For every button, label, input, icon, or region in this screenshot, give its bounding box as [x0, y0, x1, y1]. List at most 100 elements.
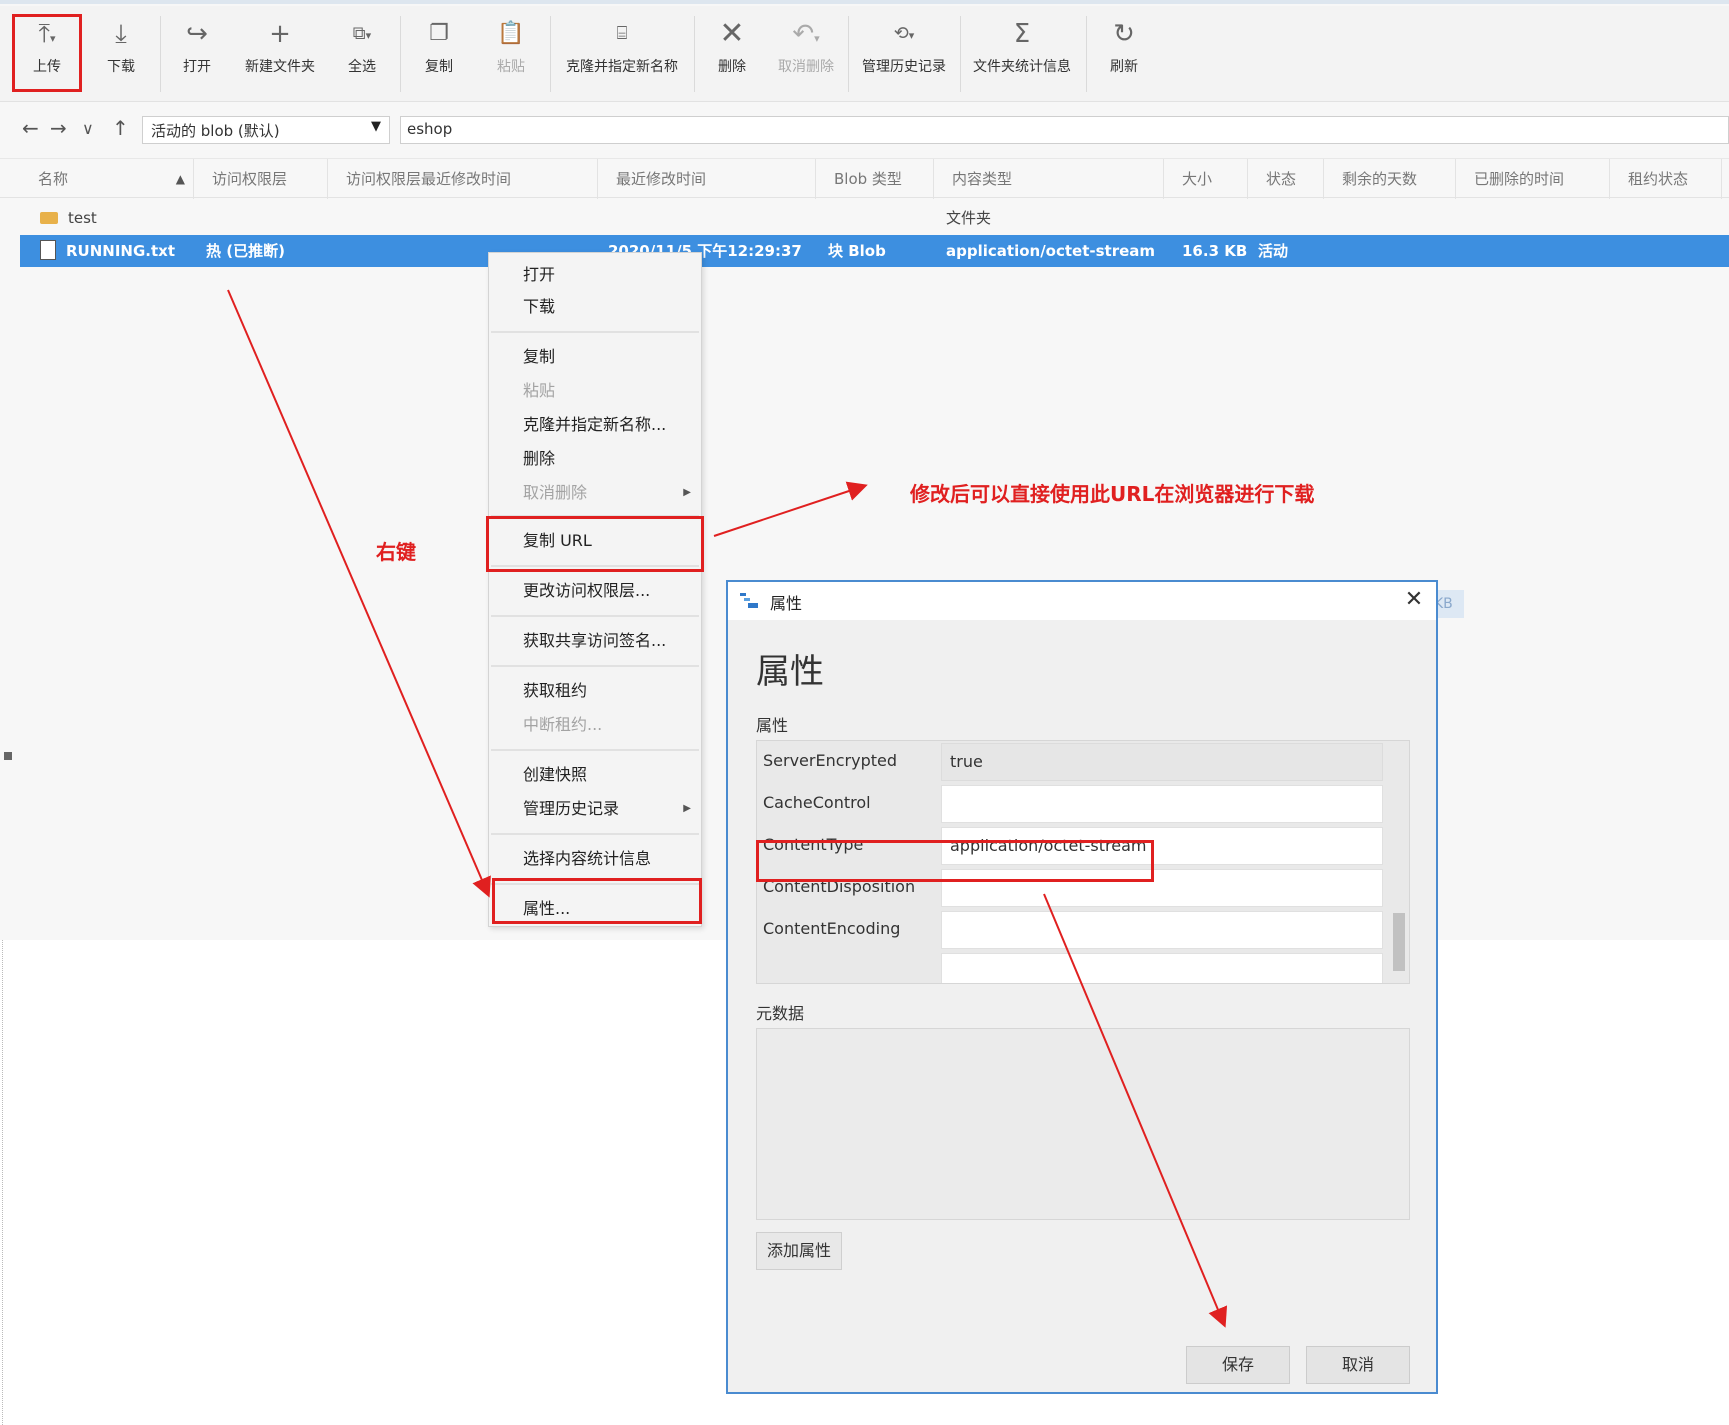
menu-item-clone[interactable]: 克隆并指定新名称...: [489, 409, 701, 441]
blob-view-value: 活动的 blob (默认): [151, 122, 280, 140]
menu-item-manage-history-label: 管理历史记录: [523, 799, 620, 818]
splitter-handle[interactable]: [4, 752, 12, 760]
column-deleted-time[interactable]: 已删除的时间: [1456, 159, 1610, 199]
context-menu: 打开 下载 复制 粘贴 克隆并指定新名称... 删除 取消删除 ▶ 复制 URL …: [488, 252, 702, 927]
menu-item-manage-history[interactable]: 管理历史记录 ▶: [489, 793, 701, 825]
dropdown-caret-icon: ▼: [371, 119, 381, 134]
download-button[interactable]: ⤓ 下载: [94, 12, 148, 92]
menu-item-content-stats[interactable]: 选择内容统计信息: [489, 843, 701, 875]
table-row[interactable]: test 文件夹: [20, 202, 1729, 234]
paste-label: 粘贴: [497, 59, 525, 75]
property-row: [757, 951, 1387, 983]
menu-item-undelete[interactable]: 取消删除 ▶: [489, 477, 701, 509]
window-top-border: [0, 0, 1729, 4]
blob-type-cell: 块 Blob: [828, 242, 886, 260]
chevron-down-icon[interactable]: ∨: [82, 119, 94, 138]
copy-button[interactable]: ❐ 复制: [412, 12, 466, 92]
address-bar: ← → ∨ ↑ 活动的 blob (默认) ▼ eshop: [0, 110, 1729, 150]
undo-icon: ↶▾: [792, 19, 820, 49]
property-value-field[interactable]: [941, 911, 1383, 949]
name-cell: RUNNING.txt: [40, 235, 175, 267]
column-name-label: 名称: [38, 170, 69, 188]
column-tier-modified[interactable]: 访问权限层最近修改时间: [328, 159, 598, 199]
open-button[interactable]: ↪ 打开: [170, 12, 224, 92]
scrollbar-thumb[interactable]: [1393, 913, 1405, 971]
column-name[interactable]: 名称 ▲: [20, 159, 194, 199]
property-row: ContentEncoding: [757, 909, 1387, 955]
properties-icon: [740, 593, 758, 608]
size-cell: 16.3 KB: [1182, 242, 1248, 260]
cancel-button[interactable]: 取消: [1306, 1346, 1410, 1384]
highlight-content-type: [756, 840, 1154, 882]
paste-icon: 📋: [497, 21, 525, 46]
menu-item-open[interactable]: 打开: [489, 259, 701, 291]
properties-dialog: 属性 ✕ 属性 属性 ServerEncrypted true CacheCon…: [726, 580, 1438, 1394]
menu-item-create-snapshot[interactable]: 创建快照: [489, 759, 701, 791]
menu-item-break-lease[interactable]: 中断租约...: [489, 709, 701, 741]
column-tier[interactable]: 访问权限层: [194, 159, 328, 199]
dialog-titlebar: 属性 ✕: [728, 582, 1436, 620]
content-type-cell: 文件夹: [946, 209, 992, 227]
property-name: ServerEncrypted: [763, 751, 897, 770]
property-name: CacheControl: [763, 793, 871, 812]
select-all-label: 全选: [348, 59, 376, 75]
menu-separator: [491, 331, 699, 333]
undelete-button[interactable]: ↶▾ 取消删除: [770, 12, 842, 92]
property-value-field[interactable]: [941, 785, 1383, 823]
back-arrow-icon[interactable]: ←: [22, 116, 39, 140]
refresh-button[interactable]: ↻ 刷新: [1096, 12, 1152, 92]
column-modified[interactable]: 最近修改时间: [598, 159, 816, 199]
toolbar-separator: [550, 16, 551, 92]
forward-arrow-icon[interactable]: →: [50, 116, 67, 140]
property-value-field[interactable]: [941, 953, 1383, 983]
menu-item-paste[interactable]: 粘贴: [489, 375, 701, 407]
blob-view-select[interactable]: 活动的 blob (默认) ▼: [142, 116, 390, 144]
save-button[interactable]: 保存: [1186, 1346, 1290, 1384]
copy-icon: ❐: [429, 21, 449, 46]
clone-icon: ⌸: [616, 23, 628, 44]
column-lease-state[interactable]: 租约状态: [1610, 159, 1722, 199]
up-arrow-icon[interactable]: ↑: [112, 116, 129, 140]
manage-history-button[interactable]: ⟲▾ 管理历史记录: [856, 12, 952, 92]
close-icon[interactable]: ✕: [1398, 584, 1430, 616]
new-folder-button[interactable]: + 新建文件夹: [238, 12, 322, 92]
menu-item-change-tier[interactable]: 更改访问权限层...: [489, 575, 701, 607]
clone-rename-button[interactable]: ⌸ 克隆并指定新名称: [558, 12, 686, 92]
folder-stats-button[interactable]: Σ 文件夹统计信息: [966, 12, 1078, 92]
metadata-list[interactable]: [756, 1028, 1410, 1220]
undelete-label: 取消删除: [778, 59, 834, 75]
sigma-icon: Σ: [1013, 19, 1031, 49]
menu-item-acquire-lease[interactable]: 获取租约: [489, 675, 701, 707]
dialog-heading: 属性: [756, 652, 824, 692]
submenu-arrow-icon: ▶: [683, 487, 691, 498]
download-label: 下载: [107, 59, 135, 75]
table-row-selected[interactable]: RUNNING.txt 热 (已推断) 2020/11/5 下午12:29:37…: [20, 235, 1729, 267]
property-grid-scrollbar[interactable]: [1391, 741, 1407, 983]
name-cell: test: [40, 202, 97, 234]
dialog-title: 属性: [770, 594, 803, 613]
column-blob-type[interactable]: Blob 类型: [816, 159, 934, 199]
page-edge-line: [2, 940, 3, 1425]
column-header: 名称 ▲ 访问权限层 访问权限层最近修改时间 最近修改时间 Blob 类型 内容类…: [0, 158, 1729, 199]
property-row: CacheControl: [757, 783, 1387, 829]
menu-item-delete[interactable]: 删除: [489, 443, 701, 475]
select-all-button[interactable]: ⧉▾ 全选: [334, 12, 390, 92]
column-days-left[interactable]: 剩余的天数: [1324, 159, 1456, 199]
path-input[interactable]: eshop: [400, 116, 1729, 144]
toolbar-separator: [1086, 16, 1087, 92]
menu-item-get-sas[interactable]: 获取共享访问签名...: [489, 625, 701, 657]
annotation-right-click: 右键: [376, 540, 416, 564]
property-row: ServerEncrypted true: [757, 741, 1387, 787]
column-content-type[interactable]: 内容类型: [934, 159, 1164, 199]
tier-cell: 热 (已推断): [206, 242, 285, 260]
column-size[interactable]: 大小: [1164, 159, 1248, 199]
new-folder-label: 新建文件夹: [245, 59, 315, 75]
column-status[interactable]: 状态: [1248, 159, 1324, 199]
paste-button[interactable]: 📋 粘贴: [484, 12, 538, 92]
menu-item-copy[interactable]: 复制: [489, 341, 701, 373]
menu-item-download[interactable]: 下载: [489, 291, 701, 323]
add-property-button[interactable]: 添加属性: [756, 1232, 842, 1270]
status-cell: 活动: [1258, 242, 1289, 260]
property-name: ContentEncoding: [763, 919, 901, 938]
delete-button[interactable]: ✕ 删除: [704, 12, 760, 92]
